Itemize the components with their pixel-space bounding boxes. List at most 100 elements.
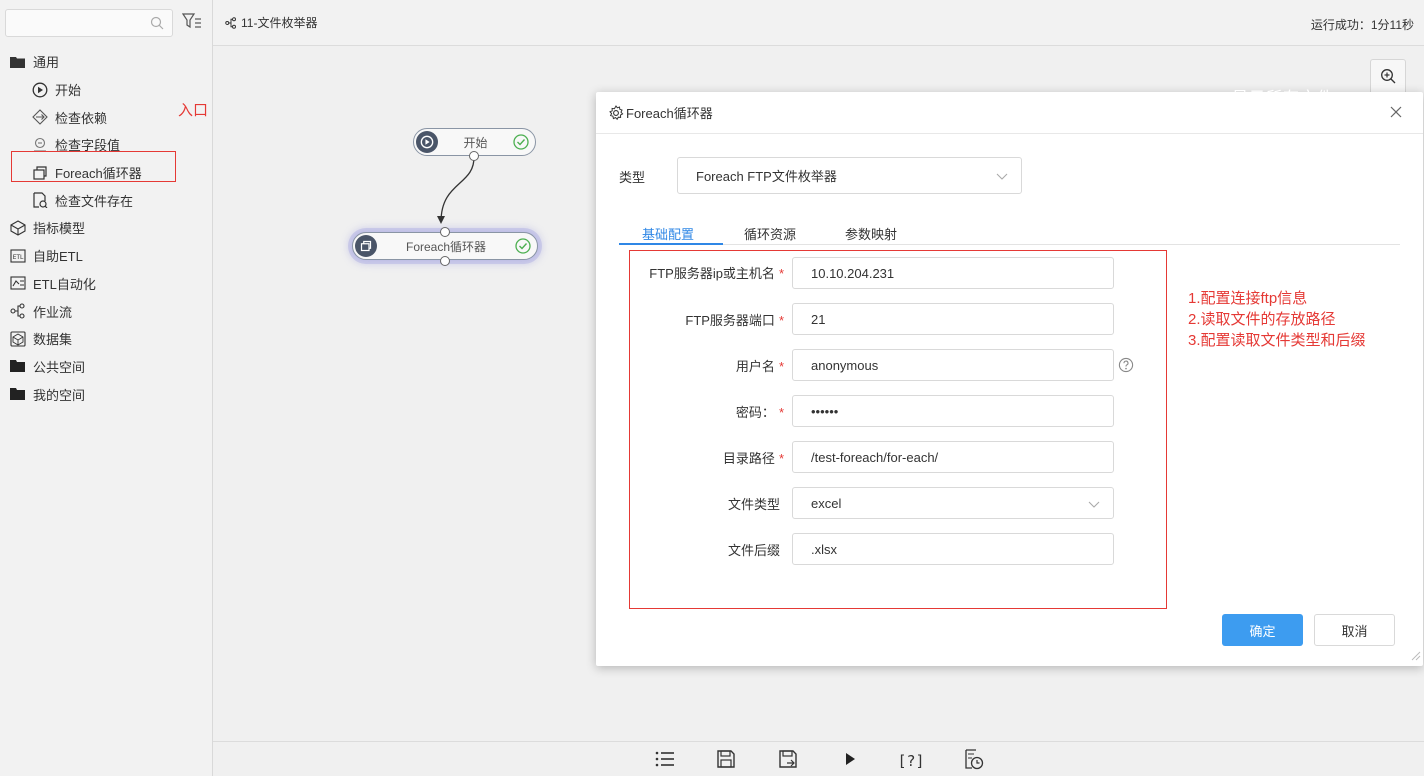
foreach-config-dialog: 显示所有文件 Foreach循环器 类型 Foreach FTP文件枚举器 基础… — [596, 90, 1423, 666]
tree-item-label: 检查依赖 — [55, 110, 108, 126]
tree-item-label: 数据集 — [33, 332, 73, 348]
active-tab-indicator — [619, 243, 723, 245]
ftp-host-input[interactable]: 10.10.204.231 — [792, 257, 1114, 289]
type-label: 类型 — [619, 170, 646, 185]
close-icon — [1390, 106, 1402, 121]
file-type-select[interactable]: excel — [792, 487, 1114, 519]
file-suffix-input[interactable]: .xlsx — [792, 533, 1114, 565]
directory-path-value: /test-foreach/for-each/ — [811, 449, 939, 465]
dataset-icon — [9, 330, 27, 348]
username-input[interactable]: anonymous — [792, 349, 1114, 381]
success-check-icon — [513, 134, 529, 150]
play-circle-icon — [31, 81, 49, 99]
tree-item-my-space[interactable]: 我的空间 — [0, 380, 213, 408]
dialog-title: Foreach循环器 — [626, 106, 713, 121]
tab-loop-resources[interactable]: 循环资源 — [744, 224, 796, 243]
save-as-icon — [778, 749, 798, 774]
ftp-port-label: FTP服务器端口 * — [685, 313, 784, 328]
filter-icon[interactable] — [181, 13, 202, 34]
settings-icon — [608, 104, 624, 121]
tree-item-public-space[interactable]: 公共空间 — [0, 353, 213, 381]
annotation-line: 3.配置读取文件类型和后缀 — [1188, 332, 1366, 349]
username-label: 用户名 * — [735, 359, 784, 374]
help-icon: [?] — [897, 752, 925, 770]
directory-path-input[interactable]: /test-foreach/for-each/ — [792, 441, 1114, 473]
etl-automation-icon — [9, 274, 27, 292]
connector-line — [437, 155, 475, 224]
node-input-port[interactable] — [440, 227, 450, 237]
close-button[interactable] — [1387, 104, 1405, 122]
chevron-down-icon — [995, 169, 1009, 186]
tree-item-label: Foreach循环器 — [55, 166, 142, 182]
bottom-toolbar: [?] — [213, 741, 1424, 776]
config-tabs: 基础配置 循环资源 参数映射 — [619, 220, 1400, 245]
search-icon[interactable] — [150, 16, 164, 33]
ftp-port-input[interactable]: 21 — [792, 303, 1114, 335]
username-value: anonymous — [811, 357, 879, 373]
search-input[interactable] — [5, 9, 173, 37]
annotation-line: 2.读取文件的存放路径 — [1188, 311, 1336, 328]
tree-item-label: 公共空间 — [33, 359, 86, 375]
tree-item-label: 检查文件存在 — [55, 193, 134, 209]
ftp-host-value: 10.10.204.231 — [811, 265, 895, 281]
file-check-icon — [31, 191, 49, 209]
type-select-value: Foreach FTP文件枚举器 — [696, 169, 837, 184]
directory-path-label: 目录路径 * — [722, 451, 784, 466]
run-status: 运行成功：1分11秒 — [1310, 18, 1414, 32]
config-annotations: 1.配置连接ftp信息 2.读取文件的存放路径 3.配置读取文件类型和后缀 — [1188, 288, 1366, 351]
tree-item-label: 开始 — [55, 83, 82, 99]
tree-item-dataset[interactable]: 数据集 — [0, 325, 213, 353]
dependency-icon — [31, 108, 49, 126]
etl-icon: ETL — [9, 247, 27, 265]
schedule-button[interactable] — [962, 748, 986, 772]
cube-icon — [9, 219, 27, 237]
run-button[interactable] — [838, 750, 862, 772]
tree-item-check-file-exists[interactable]: 检查文件存在 — [0, 186, 213, 214]
tree-item-general[interactable]: 通用 — [0, 48, 213, 76]
workflow-icon — [9, 302, 27, 320]
file-type-label: 文件类型 — [727, 497, 780, 512]
tab-param-mapping[interactable]: 参数映射 — [845, 224, 897, 243]
tree-item-workflow[interactable]: 作业流 — [0, 297, 213, 325]
play-circle-icon — [416, 131, 438, 153]
node-label: Foreach循环器 — [405, 239, 487, 254]
tree-item-label: 作业流 — [33, 304, 73, 320]
folder-icon — [9, 385, 27, 403]
tree-item-foreach-loop[interactable]: Foreach循环器 — [0, 159, 213, 187]
success-check-icon — [515, 238, 531, 254]
node-output-port[interactable] — [469, 151, 479, 161]
resize-grip-icon[interactable] — [1411, 649, 1421, 664]
help-button[interactable]: [?] — [897, 750, 925, 772]
type-select[interactable]: Foreach FTP文件枚举器 — [677, 157, 1022, 194]
flow-title: 11-文件枚举器 — [225, 14, 317, 31]
tree-item-etl-automation[interactable]: ETL自动化 — [0, 270, 213, 298]
field-check-icon — [31, 136, 49, 154]
password-value: •••••• — [811, 403, 839, 419]
list-button[interactable] — [653, 750, 677, 772]
tree-item-indicator-model[interactable]: 指标模型 — [0, 214, 213, 242]
node-output-port[interactable] — [440, 256, 450, 266]
save-as-button[interactable] — [776, 749, 800, 774]
top-bar: 11-文件枚举器 运行成功：1分11秒 — [213, 0, 1424, 46]
ftp-host-label: FTP服务器ip或主机名 * — [649, 266, 784, 281]
save-button[interactable] — [714, 749, 738, 774]
cancel-button[interactable]: 取消 — [1314, 614, 1395, 646]
node-label: 开始 — [463, 135, 488, 150]
help-circle-icon[interactable] — [1118, 357, 1134, 376]
annotation-line: 1.配置连接ftp信息 — [1188, 290, 1308, 307]
folder-open-icon — [9, 53, 27, 71]
zoom-in-button[interactable] — [1370, 59, 1406, 95]
save-icon — [716, 749, 736, 774]
tree-item-check-field-value[interactable]: 检查字段值 — [0, 131, 213, 159]
dialog-header: Foreach循环器 — [596, 92, 1423, 134]
tree-item-label: 指标模型 — [33, 221, 86, 237]
tree-item-label: 通用 — [33, 55, 60, 71]
tab-basic-config[interactable]: 基础配置 — [642, 224, 694, 243]
tree-item-self-etl[interactable]: ETL 自助ETL — [0, 242, 213, 270]
run-icon — [843, 751, 857, 772]
list-icon — [655, 750, 675, 773]
password-input[interactable]: •••••• — [792, 395, 1114, 427]
confirm-button[interactable]: 确定 — [1222, 614, 1303, 646]
tree-item-label: ETL自动化 — [33, 276, 96, 292]
flow-title-text: 11-文件枚举器 — [241, 16, 318, 30]
